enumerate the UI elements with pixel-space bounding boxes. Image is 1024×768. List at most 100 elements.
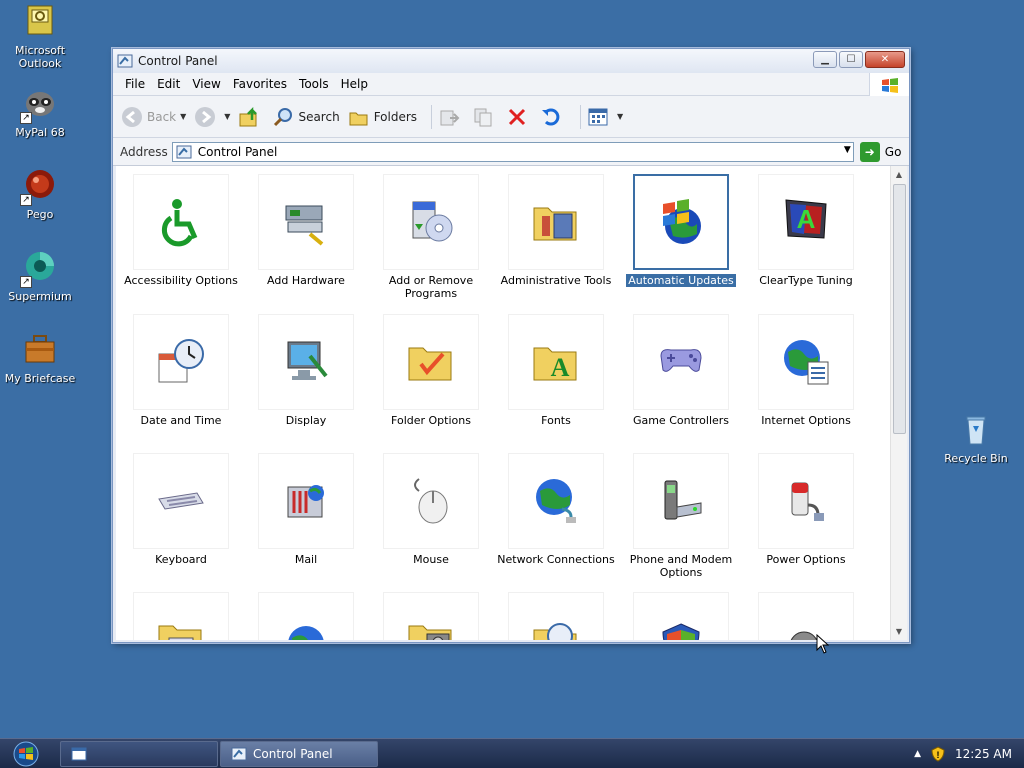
windows-orb-icon [13,741,39,767]
control-panel-icon [117,53,133,69]
desktop-icon-label: MyPal 68 [15,126,65,139]
item-internet-options[interactable]: Internet Options [746,314,866,427]
clock[interactable]: 12:25 AM [955,747,1012,761]
taskbar-button-control-panel[interactable]: Control Panel [220,741,378,767]
item-accessibility-options[interactable]: Accessibility Options [121,174,241,287]
item-icon-frame [758,453,854,549]
item-administrative-tools[interactable]: Administrative Tools [496,174,616,287]
item-regional-options[interactable] [246,592,366,640]
address-input[interactable]: Control Panel ▼ [171,141,854,162]
desktop-icon-briefcase[interactable]: My Briefcase [0,332,80,385]
item-scheduled-tasks[interactable] [496,592,616,640]
security-shield-tray-icon[interactable]: ! [931,746,945,762]
item-icon-frame [383,314,479,410]
tray-expand-icon[interactable]: ▲ [914,749,921,759]
vertical-scrollbar[interactable]: ▲ ▼ [890,166,907,640]
folders-button[interactable]: Folders [348,106,417,128]
move-to-button[interactable] [438,106,464,128]
desktop-icon-recycle-bin[interactable]: Recycle Bin [936,412,1016,465]
folder-options-icon [408,347,452,381]
item-label: Folder Options [391,414,471,427]
menu-tools[interactable]: Tools [293,77,335,91]
item-label: Mouse [413,553,449,566]
item-add-remove-programs[interactable]: Add or Remove Programs [371,174,491,300]
menu-edit[interactable]: Edit [151,77,186,91]
item-sounds-audio[interactable] [746,592,866,640]
taskbar-button-label: Control Panel [253,747,333,761]
scroll-up-arrow-icon[interactable]: ▲ [891,166,907,183]
scrollbar-thumb[interactable] [893,184,906,434]
item-keyboard[interactable]: Keyboard [121,453,241,566]
windows-flag-icon [869,73,909,96]
taskbar: Control Panel ▲ ! 12:25 AM [0,738,1024,768]
item-label: ClearType Tuning [759,274,853,287]
item-label: Accessibility Options [124,274,238,287]
go-button[interactable]: ➜ Go [859,141,901,162]
maximize-button[interactable]: ☐ [839,51,863,68]
back-button[interactable]: Back ▼ [121,106,186,128]
menu-favorites[interactable]: Favorites [227,77,293,91]
chevron-down-icon[interactable]: ▼ [844,145,851,155]
item-game-controllers[interactable]: Game Controllers [621,314,741,427]
fonts-folder-icon: A [533,347,577,382]
delete-button[interactable] [506,106,532,128]
item-mail[interactable]: Mail [246,453,366,566]
item-icon-frame [758,592,854,640]
title-bar[interactable]: Control Panel ▁ ☐ ✕ [113,49,909,73]
item-cleartype-tuning[interactable]: A ClearType Tuning [746,174,866,287]
desktop-icon-outlook[interactable]: Microsoft Outlook [0,4,80,70]
item-scanners-cameras[interactable] [371,592,491,640]
menu-help[interactable]: Help [335,77,374,91]
item-icon-frame [133,592,229,640]
desktop-icon-mypal[interactable]: ↗ MyPal 68 [0,86,80,139]
chevron-down-icon[interactable]: ▼ [617,112,623,121]
close-button[interactable]: ✕ [865,51,905,68]
item-label: Add or Remove Programs [388,274,474,300]
views-button[interactable]: ▼ [587,106,623,128]
pego-icon: ↗ [20,168,58,206]
menu-view[interactable]: View [186,77,226,91]
scroll-down-arrow-icon[interactable]: ▼ [891,623,907,640]
up-folder-button[interactable] [238,106,264,128]
programs-cd-icon [412,201,453,242]
item-icon-frame [758,314,854,410]
undo-button[interactable] [540,106,566,128]
desktop-icon-supermium[interactable]: ↗ Supermium [0,250,80,303]
item-fonts[interactable]: A Fonts [496,314,616,427]
supermium-icon: ↗ [20,250,58,288]
chevron-down-icon[interactable]: ▼ [224,112,230,121]
item-label: Mail [294,553,318,566]
shortcut-arrow-icon: ↗ [20,194,32,206]
item-icon-frame [258,453,354,549]
item-phone-modem-options[interactable]: Phone and Modem Options [621,453,741,579]
minimize-button[interactable]: ▁ [813,51,837,68]
item-security-center[interactable] [621,592,741,640]
item-folder-options[interactable]: Folder Options [371,314,491,427]
item-label: Add Hardware [267,274,345,287]
item-display[interactable]: Display [246,314,366,427]
shortcut-arrow-icon: ↗ [20,112,32,124]
undo-icon [540,106,562,128]
item-network-connections[interactable]: Network Connections [496,453,616,566]
outlook-icon [22,4,58,40]
item-date-and-time[interactable]: Date and Time [121,314,241,427]
taskbar-button-desktop[interactable] [60,741,218,767]
menu-bar: File Edit View Favorites Tools Help [113,73,909,96]
item-power-options[interactable]: Power Options [746,453,866,566]
item-automatic-updates[interactable]: Automatic Updates [621,174,741,287]
recycle-bin-icon [958,412,994,448]
search-button[interactable]: Search [272,106,340,128]
desktop-icon-pego[interactable]: ↗ Pego [0,168,80,221]
chevron-down-icon[interactable]: ▼ [180,112,186,121]
item-add-hardware[interactable]: Add Hardware [246,174,366,287]
back-label: Back [147,109,177,124]
mail-icon [287,485,324,518]
start-button[interactable] [4,740,48,768]
item-printers-faxes[interactable] [121,592,241,640]
item-mouse[interactable]: Mouse [371,453,491,566]
shortcut-arrow-icon: ↗ [20,276,32,288]
forward-button[interactable]: ▼ [194,106,230,128]
copy-to-button[interactable] [472,106,498,128]
item-icon-frame [633,314,729,410]
menu-file[interactable]: File [119,77,151,91]
